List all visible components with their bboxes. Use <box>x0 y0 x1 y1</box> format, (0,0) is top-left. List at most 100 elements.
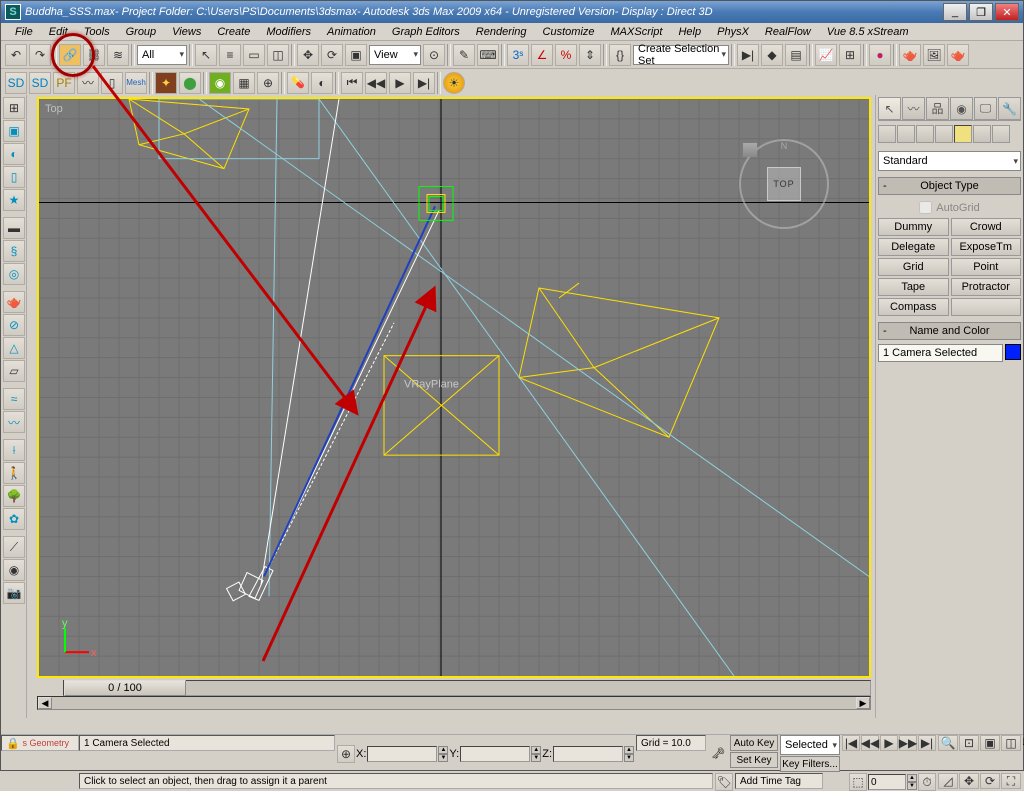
bone-icon[interactable]: ⟊ <box>3 439 25 461</box>
menu-maxscript[interactable]: MAXScript <box>603 24 671 40</box>
menu-file[interactable]: File <box>7 24 41 40</box>
x-coord-input[interactable] <box>367 746 437 762</box>
tube-icon[interactable]: ⊘ <box>3 314 25 336</box>
key-selected-combo[interactable]: Selected <box>780 735 840 755</box>
create-tab[interactable]: ↖ <box>878 97 901 120</box>
protractor-button[interactable]: Protractor <box>951 278 1022 296</box>
spacewarps-subtab[interactable] <box>973 125 991 143</box>
tree-icon[interactable]: 🌳 <box>3 485 25 507</box>
cameras-subtab[interactable] <box>935 125 953 143</box>
object-color-swatch[interactable] <box>1005 344 1021 360</box>
compass-button[interactable]: Compass <box>878 298 949 316</box>
key-mode-icon[interactable]: ⬚ <box>849 773 867 791</box>
current-frame-input[interactable]: 0 <box>868 774 906 790</box>
key-filters-button[interactable]: Key Filters... <box>780 756 840 772</box>
waves-icon[interactable]: ≈ <box>3 388 25 410</box>
pf-button[interactable]: PF <box>53 72 75 94</box>
autokey-button[interactable]: Auto Key <box>730 735 778 751</box>
mirror-button[interactable]: ▶| <box>737 44 759 66</box>
menu-group[interactable]: Group <box>118 24 165 40</box>
scroll-right-icon[interactable]: ▶ <box>856 697 870 709</box>
capsule-button[interactable]: ◐ <box>311 72 333 94</box>
maximize-button[interactable]: ❐ <box>969 3 993 21</box>
viewport-top[interactable]: Top <box>37 97 871 678</box>
spinner-snap-button[interactable]: ⇕ <box>579 44 601 66</box>
mesh-button[interactable]: Mesh <box>125 72 147 94</box>
camera-icon-left[interactable]: 📷 <box>3 582 25 604</box>
ripple-icon[interactable]: 〰 <box>3 411 25 433</box>
star-icon[interactable]: ★ <box>3 189 25 211</box>
z-spinner[interactable]: ▲▼ <box>624 746 634 762</box>
layers-button[interactable]: ▤ <box>785 44 807 66</box>
delegate-button[interactable]: Delegate <box>878 238 949 256</box>
x-spinner[interactable]: ▲▼ <box>438 746 448 762</box>
viewcube-home-icon[interactable] <box>743 143 757 157</box>
sphere-icon[interactable]: ◐ <box>3 143 25 165</box>
tab-panel-icon[interactable]: ⊞ <box>3 97 25 119</box>
curve-editor-button[interactable]: 📈 <box>815 44 837 66</box>
motion-tab[interactable]: ◉ <box>950 97 973 120</box>
orbit-icon[interactable]: ⟳ <box>980 773 1000 789</box>
scale-button[interactable]: ▣ <box>345 44 367 66</box>
prev-frame-button[interactable]: ◀◀ <box>365 72 387 94</box>
sd-button-1[interactable]: SD <box>5 72 27 94</box>
poly-icon[interactable]: ▬ <box>3 217 25 239</box>
menu-help[interactable]: Help <box>670 24 709 40</box>
undo-button[interactable]: ↶ <box>5 44 27 66</box>
viewcube-face[interactable]: TOP <box>767 167 801 201</box>
goto-start-playback[interactable]: |◀ <box>842 735 860 751</box>
name-color-rollout[interactable]: -Name and Color <box>878 322 1021 340</box>
menu-rendering[interactable]: Rendering <box>468 24 535 40</box>
goto-end-playback[interactable]: ▶| <box>918 735 936 751</box>
shapes-subtab[interactable] <box>897 125 915 143</box>
crowd-button[interactable]: Crowd <box>951 218 1022 236</box>
box-icon[interactable]: ▣ <box>3 120 25 142</box>
sun-button[interactable]: ☀ <box>443 72 465 94</box>
geometry-subtab[interactable] <box>878 125 896 143</box>
time-slider[interactable]: 0 / 100 <box>63 680 871 696</box>
cloth-button[interactable]: ▦ <box>233 72 255 94</box>
foliage-icon[interactable]: ✿ <box>3 508 25 530</box>
nvidia-button[interactable]: ◉ <box>209 72 231 94</box>
plane-icon[interactable]: ▱ <box>3 360 25 382</box>
viewport-horizontal-scrollbar[interactable]: ◀ ▶ <box>37 696 871 710</box>
selection-lock[interactable]: 🔒 s Geometry <box>1 735 79 751</box>
percent-snap-button[interactable]: % <box>555 44 577 66</box>
render-setup-button[interactable]: 🫖 <box>899 44 921 66</box>
key-icon[interactable]: 🗝 <box>708 735 728 772</box>
cylinder-icon[interactable]: ▯ <box>3 166 25 188</box>
redo-button[interactable]: ↷ <box>29 44 51 66</box>
goto-end-button[interactable]: ▶| <box>413 72 435 94</box>
spline-button[interactable]: 〰 <box>77 72 99 94</box>
select-arrow-button[interactable]: ↖ <box>195 44 217 66</box>
timetag-label[interactable]: Add Time Tag <box>735 773 823 789</box>
select-by-name-button[interactable]: ≡ <box>219 44 241 66</box>
torus-icon[interactable]: ◎ <box>3 263 25 285</box>
time-config-icon[interactable]: ⏱ <box>918 773 936 791</box>
next-key-playback[interactable]: ▶▶ <box>899 735 917 751</box>
exposetm-button[interactable]: ExposeTm <box>951 238 1022 256</box>
menu-realflow[interactable]: RealFlow <box>757 24 819 40</box>
schematic-view-button[interactable]: ⊞ <box>839 44 861 66</box>
zoom-icon[interactable]: 🔍 <box>938 735 958 751</box>
hierarchy-tab[interactable]: 品 <box>926 97 949 120</box>
angle-snap-button[interactable]: ∠ <box>531 44 553 66</box>
snap-toggle-button[interactable]: 3ˢ <box>507 44 529 66</box>
select-and-link-button[interactable]: 🔗 <box>59 44 81 66</box>
timetag-icon[interactable]: 🏷 <box>715 773 733 791</box>
menu-physx[interactable]: PhysX <box>709 24 757 40</box>
pill-button[interactable]: 💊 <box>287 72 309 94</box>
unlink-button[interactable]: ⛓ <box>83 44 105 66</box>
named-selection-button[interactable]: {} <box>609 44 631 66</box>
modify-tab[interactable]: 〰 <box>902 97 925 120</box>
light-icon[interactable]: ⟋ <box>3 536 25 558</box>
menu-create[interactable]: Create <box>209 24 258 40</box>
menu-grapheditors[interactable]: Graph Editors <box>384 24 468 40</box>
named-selection-combo[interactable]: Create Selection Set <box>633 45 729 65</box>
viewcube[interactable]: N TOP <box>739 139 829 229</box>
ref-coord-combo[interactable]: View <box>369 45 421 65</box>
helix-icon[interactable]: § <box>3 240 25 262</box>
window-crossing-button[interactable]: ◫ <box>267 44 289 66</box>
menu-customize[interactable]: Customize <box>535 24 603 40</box>
grid-button[interactable]: Grid <box>878 258 949 276</box>
